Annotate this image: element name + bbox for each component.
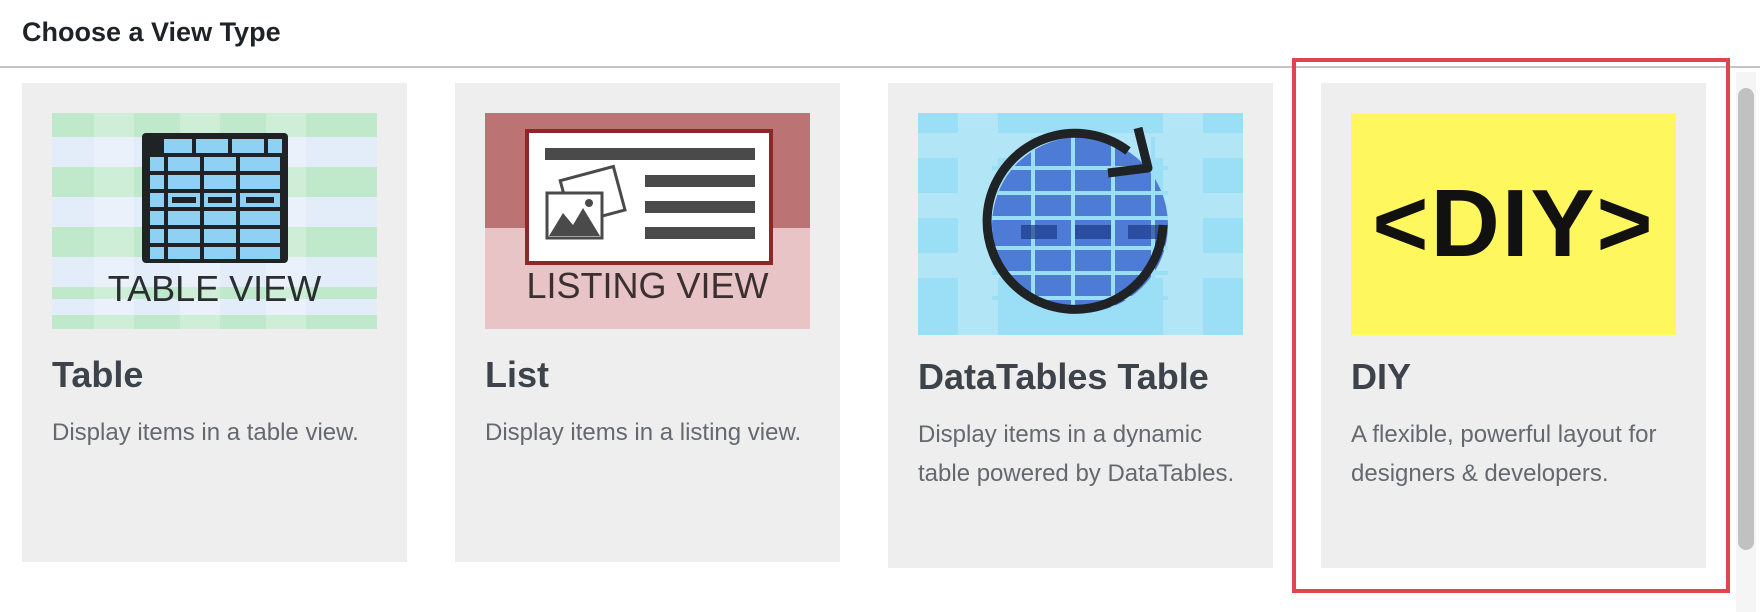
table-view-thumbnail-label: TABLE VIEW bbox=[107, 268, 322, 309]
diy-thumbnail-label: <DIY> bbox=[1372, 170, 1655, 277]
card-description: A flexible, powerful layout for designer… bbox=[1351, 421, 1657, 487]
dialog-title: Choose a View Type bbox=[22, 17, 281, 47]
dialog-header: Choose a View Type bbox=[0, 0, 1760, 68]
card-title: List bbox=[485, 354, 550, 395]
card-description: Display items in a table view. bbox=[52, 419, 359, 446]
card-title: DIY bbox=[1351, 356, 1412, 397]
datatables-thumbnail bbox=[918, 113, 1243, 335]
view-type-card-diy[interactable]: <DIY> DIY A flexible, powerful layout fo… bbox=[1321, 83, 1706, 568]
card-title: DataTables Table bbox=[918, 356, 1209, 397]
view-type-card-list[interactable]: LISTING VIEW List Display items in a lis… bbox=[455, 83, 840, 562]
scrollbar-thumb[interactable] bbox=[1738, 88, 1754, 550]
diy-thumbnail: <DIY> bbox=[1351, 113, 1676, 335]
view-type-card-table[interactable]: TABLE VIEW Table Display items in a tabl… bbox=[22, 83, 407, 562]
listing-view-thumbnail-label: LISTING VIEW bbox=[526, 265, 769, 306]
card-description: Display items in a listing view. bbox=[485, 419, 802, 446]
card-title: Table bbox=[52, 354, 144, 395]
view-type-card-datatables[interactable]: DataTables Table Display items in a dyna… bbox=[888, 83, 1273, 568]
card-description: Display items in a dynamic table powered… bbox=[918, 421, 1235, 487]
